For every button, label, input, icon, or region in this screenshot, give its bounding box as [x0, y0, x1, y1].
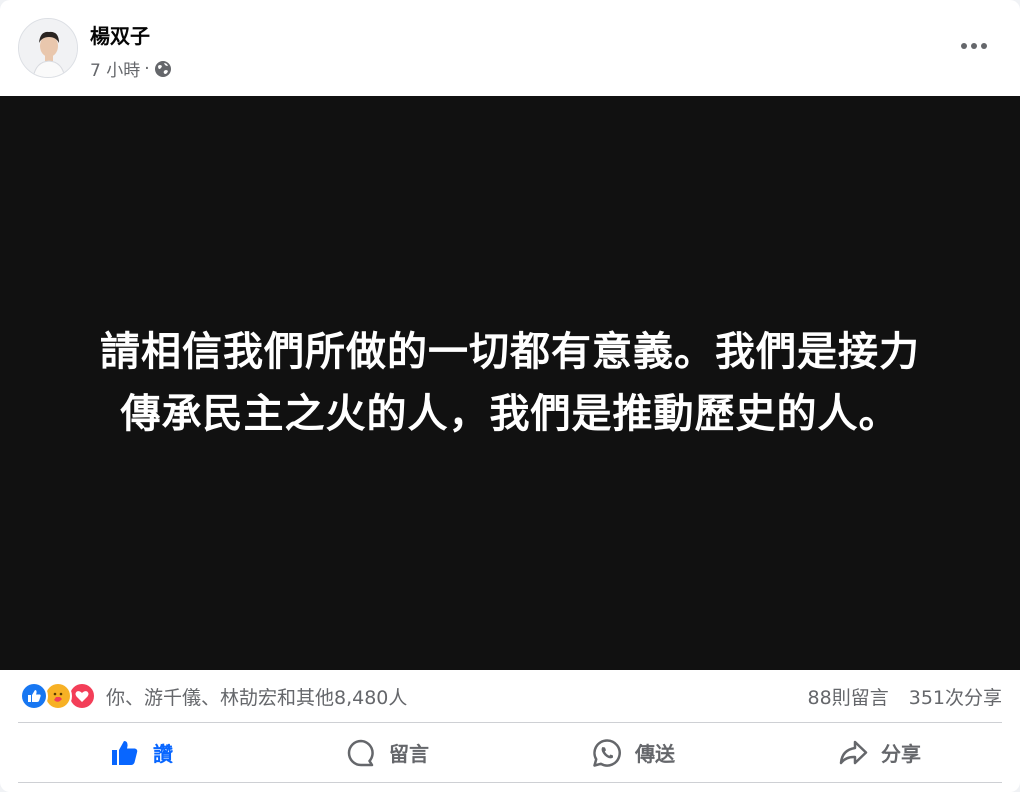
post-time[interactable]: 7 小時	[90, 56, 140, 81]
share-label: 分享	[881, 742, 921, 766]
more-options-button[interactable]	[954, 26, 994, 66]
reactions-summary[interactable]: 你、游千儀、林劼宏和其他8,480人	[20, 682, 407, 710]
post-stats: 你、游千儀、林劼宏和其他8,480人 88則留言 351次分享	[0, 670, 1020, 722]
share-button[interactable]: 分享	[756, 729, 1002, 777]
more-dot	[981, 43, 987, 49]
post-actions: 讚 留言 傳送 分享	[18, 723, 1002, 782]
author-name[interactable]: 楊双子	[90, 20, 150, 49]
comment-button[interactable]: 留言	[264, 729, 510, 777]
post-image-text: 請相信我們所做的一切都有意義。我們是接力 傳承民主之火的人，我們是推動歷史的人。	[50, 321, 970, 445]
thumbs-up-icon	[112, 740, 138, 765]
comment-label: 留言	[389, 742, 429, 766]
post-meta: 7 小時 ·	[90, 56, 172, 81]
care-reaction-icon	[44, 682, 72, 710]
share-count[interactable]: 351次分享	[909, 683, 1002, 710]
like-reaction-icon	[20, 682, 48, 710]
engagement-counts: 88則留言 351次分享	[808, 683, 1002, 710]
like-button[interactable]: 讚	[18, 729, 264, 777]
like-label: 讚	[153, 742, 173, 766]
more-dot	[971, 43, 977, 49]
post-card: 楊双子 7 小時 · 請相信我們所做的一切都有意義。我們是接力 傳承民主之火的人…	[0, 0, 1020, 792]
reaction-names[interactable]: 你、游千儀、林劼宏和其他8,480人	[106, 683, 407, 710]
post-header: 楊双子 7 小時 ·	[0, 0, 1020, 96]
share-arrow-icon	[839, 740, 868, 764]
whatsapp-icon	[593, 738, 621, 767]
comment-count[interactable]: 88則留言	[808, 683, 889, 710]
post-image-text-line-2: 傳承民主之火的人，我們是推動歷史的人。	[120, 391, 900, 437]
divider	[18, 782, 1002, 783]
meta-separator: ·	[144, 58, 150, 79]
author-avatar[interactable]	[18, 18, 78, 78]
post-image-text-line-1: 請相信我們所做的一切都有意義。我們是接力	[100, 329, 920, 375]
comment-icon	[347, 739, 374, 766]
globe-icon	[154, 60, 171, 77]
send-label: 傳送	[635, 742, 675, 766]
send-button[interactable]: 傳送	[510, 729, 756, 777]
love-reaction-icon	[68, 682, 96, 710]
more-dot	[961, 43, 967, 49]
post-image[interactable]: 請相信我們所做的一切都有意義。我們是接力 傳承民主之火的人，我們是推動歷史的人。	[0, 96, 1020, 670]
avatar-portrait-icon	[19, 19, 77, 77]
